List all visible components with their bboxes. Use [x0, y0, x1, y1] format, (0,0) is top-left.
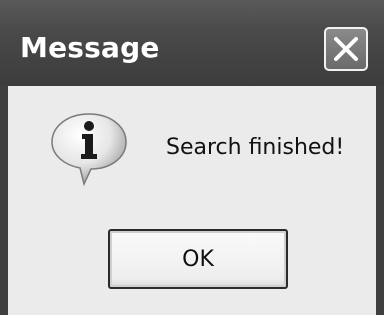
title-bar[interactable]: Message: [0, 0, 384, 86]
window-frame-left: [0, 86, 8, 315]
dialog-message: Search finished!: [166, 135, 345, 160]
close-button[interactable]: [324, 27, 368, 71]
ok-button-label: OK: [182, 246, 214, 272]
info-icon: [51, 113, 127, 187]
message-dialog: Message Search finished! OK: [0, 0, 384, 315]
dialog-body: Search finished! OK: [8, 86, 376, 315]
window-frame-right: [376, 86, 384, 315]
dialog-title: Message: [20, 31, 160, 64]
close-icon: [334, 37, 358, 61]
ok-button[interactable]: OK: [108, 229, 288, 289]
